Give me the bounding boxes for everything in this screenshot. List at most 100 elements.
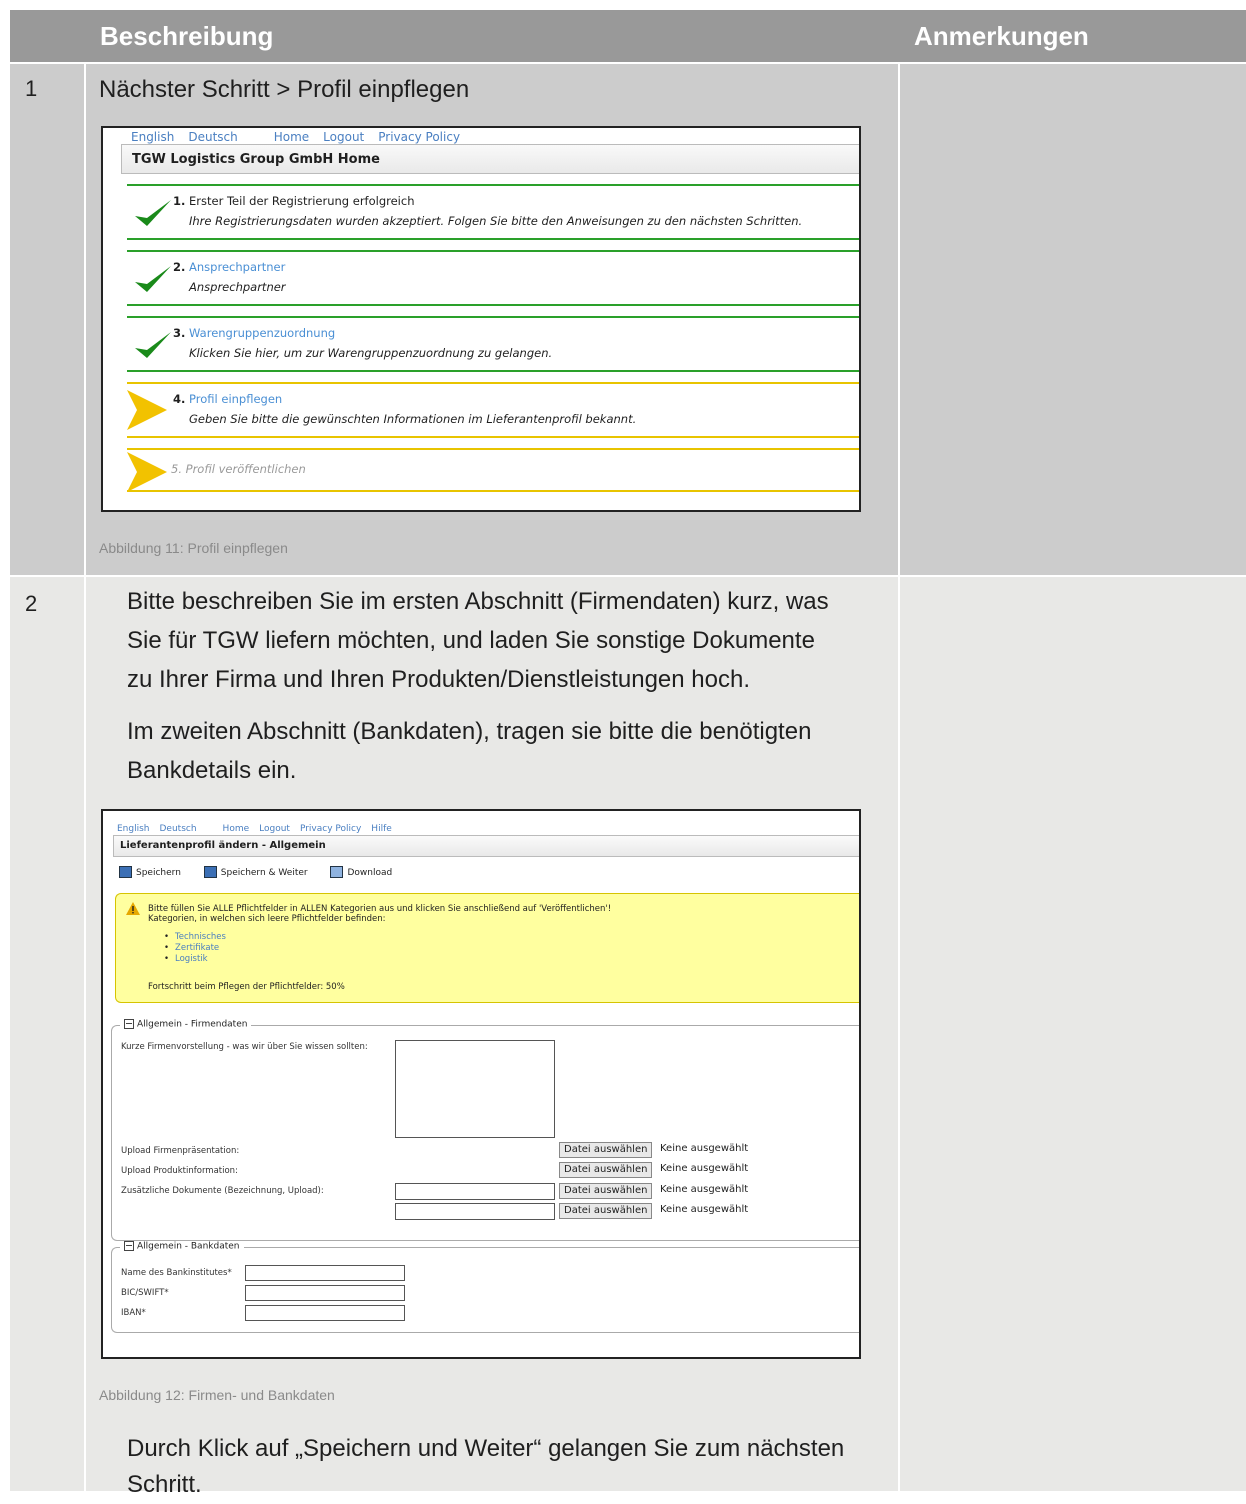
screenshot-supplier-profile: English Deutsch Home Logout Privacy Policy Hi… xyxy=(101,809,861,1359)
step-number: 3. xyxy=(173,326,186,340)
save-next-button[interactable]: Speichern & Weiter xyxy=(203,866,318,878)
intro-label: Kurze Firmenvorstellung - was wir über S… xyxy=(121,1042,368,1052)
nav-privacy[interactable]: Privacy Policy xyxy=(378,130,460,144)
figure-caption: Abbildung 12: Firmen- und Bankdaten xyxy=(99,1387,335,1403)
language-nav: English Deutsch Home Logout Privacy Policy Hi… xyxy=(117,824,402,834)
page-title: Lieferantenprofil ändern - Allgemein xyxy=(113,835,859,857)
doc-name-input[interactable] xyxy=(395,1183,555,1200)
doc-name-input[interactable] xyxy=(395,1203,555,1220)
nav-privacy[interactable]: Privacy Policy xyxy=(300,824,361,834)
check-icon xyxy=(135,332,171,358)
toolbar: Speichern Speichern & Weiter Download xyxy=(119,866,412,878)
file-status: Keine ausgewählt xyxy=(660,1163,749,1174)
step-link[interactable]: Profil einpflegen xyxy=(189,392,282,406)
step-desc: Ihre Registrierungsdaten wurden akzeptie… xyxy=(189,214,803,228)
file-status: Keine ausgewählt xyxy=(660,1184,749,1195)
paragraph-line: Bankdetails ein. xyxy=(127,757,297,784)
step-link[interactable]: Ansprechpartner xyxy=(189,260,285,274)
category-link[interactable]: Logistik xyxy=(164,954,226,965)
page-title: TGW Logistics Group GmbH Home xyxy=(121,144,859,174)
language-nav: English Deutsch Home Logout Privacy Policy xyxy=(131,130,474,144)
nav-home[interactable]: Home xyxy=(223,824,250,834)
bank-name-input[interactable] xyxy=(245,1265,405,1281)
step-2: 2. Ansprechpartner Ansprechpartner xyxy=(127,250,859,306)
legend-firmendaten: Allgemein - Firmendaten xyxy=(137,1019,248,1030)
nav-help[interactable]: Hilfe xyxy=(371,824,391,834)
fieldset-firmendaten: Allgemein - Firmendaten Kurze Firmenvors… xyxy=(111,1019,859,1241)
nav-english[interactable]: English xyxy=(131,130,174,144)
check-icon xyxy=(135,266,171,292)
iban-input[interactable] xyxy=(245,1305,405,1321)
nav-logout[interactable]: Logout xyxy=(323,130,364,144)
row-number-cell: 1 xyxy=(10,64,84,575)
step-desc: Ansprechpartner xyxy=(189,280,286,294)
intro-textarea[interactable] xyxy=(395,1040,555,1138)
step-1: 1. Erster Teil der Registrierung erfolgr… xyxy=(127,184,859,240)
missing-categories-list: Technisches Zertifikate Logistik xyxy=(164,932,226,965)
paragraph-line: Schritt. xyxy=(127,1471,202,1498)
file-select-button[interactable]: Datei auswählen xyxy=(559,1162,653,1178)
row-number-cell: 2 xyxy=(10,577,84,1491)
legend-bankdaten: Allgemein - Bankdaten xyxy=(137,1241,240,1252)
collapse-icon[interactable] xyxy=(124,1019,134,1029)
paragraph-line: Durch Klick auf „Speichern und Weiter“ g… xyxy=(127,1435,845,1462)
progress-text: Fortschritt beim Pflegen der Pflichtfeld… xyxy=(148,982,345,992)
step-link[interactable]: Warengruppenzuordnung xyxy=(189,326,335,340)
nav-deutsch[interactable]: Deutsch xyxy=(160,824,197,834)
step-title: Erster Teil der Registrierung erfolgreic… xyxy=(189,194,415,208)
header-notes: Anmerkungen xyxy=(914,21,1089,51)
description-cell: Bitte beschreiben Sie im ersten Abschnit… xyxy=(86,577,898,1498)
file-status: Keine ausgewählt xyxy=(660,1204,749,1215)
bic-label: BIC/SWIFT* xyxy=(121,1288,169,1298)
file-status: Keine ausgewählt xyxy=(660,1143,749,1154)
table-header: Beschreibung Anmerkungen xyxy=(10,10,1246,62)
download-icon xyxy=(330,866,344,878)
step-desc: Geben Sie bitte die gewünschten Informat… xyxy=(189,412,637,426)
warning-box: Bitte füllen Sie ALLE Pflichtfelder in A… xyxy=(115,893,859,1003)
save-next-label: Speichern & Weiter xyxy=(220,867,308,878)
file-select-button[interactable]: Datei auswählen xyxy=(559,1203,653,1219)
step-number: 1. xyxy=(173,194,186,208)
extra-docs-label: Zusätzliche Dokumente (Bezeichnung, Uplo… xyxy=(121,1186,324,1196)
row-number: 2 xyxy=(25,591,38,616)
step-text: Nächster Schritt > Profil einpflegen xyxy=(99,76,470,103)
row-number: 1 xyxy=(25,76,38,101)
step-3: 3. Warengruppenzuordnung Klicken Sie hie… xyxy=(127,316,859,372)
arrow-right-icon xyxy=(127,452,167,492)
step-desc: Klicken Sie hier, um zur Warengruppenzuo… xyxy=(189,346,553,360)
upload-presentation-label: Upload Firmenpräsentation: xyxy=(121,1146,240,1156)
notes-cell xyxy=(900,64,1246,575)
check-icon xyxy=(135,200,171,226)
download-label: Download xyxy=(347,867,393,878)
bank-name-label: Name des Bankinstitutes* xyxy=(121,1268,232,1278)
step-title-disabled: 5. Profil veröffentlichen xyxy=(171,462,306,476)
category-link[interactable]: Technisches xyxy=(164,932,226,943)
paragraph-line: Im zweiten Abschnitt (Bankdaten), tragen… xyxy=(127,718,812,745)
step-5: 5. Profil veröffentlichen xyxy=(127,448,859,492)
arrow-right-icon xyxy=(127,390,167,430)
screenshot-registration-steps: English Deutsch Home Logout Privacy Policy T… xyxy=(101,126,861,512)
step-number: 2. xyxy=(173,260,186,274)
bic-input[interactable] xyxy=(245,1285,405,1301)
step-number: 4. xyxy=(173,392,186,406)
category-link[interactable]: Zertifikate xyxy=(164,943,226,954)
nav-english[interactable]: English xyxy=(117,824,150,834)
warning-line2: Kategorien, in welchen sich leere Pflich… xyxy=(148,914,386,924)
save-button[interactable]: Speichern xyxy=(119,866,191,878)
warning-icon xyxy=(126,902,140,915)
warning-line1: Bitte füllen Sie ALLE Pflichtfelder in A… xyxy=(148,904,612,914)
upload-product-label: Upload Produktinformation: xyxy=(121,1166,238,1176)
table-row: 2 Bitte beschreiben Sie im ersten Abschn… xyxy=(10,577,1246,1498)
iban-label: IBAN* xyxy=(121,1308,146,1318)
download-button[interactable]: Download xyxy=(330,866,402,878)
nav-deutsch[interactable]: Deutsch xyxy=(188,130,237,144)
nav-home[interactable]: Home xyxy=(274,130,309,144)
file-select-button[interactable]: Datei auswählen xyxy=(559,1183,653,1199)
step-4: 4. Profil einpflegen Geben Sie bitte die… xyxy=(127,382,859,438)
save-icon xyxy=(119,866,132,878)
table-row: 1 Nächster Schritt > Profil einpflegen E… xyxy=(10,64,1246,575)
collapse-icon[interactable] xyxy=(124,1241,134,1251)
save-icon xyxy=(203,866,217,878)
file-select-button[interactable]: Datei auswählen xyxy=(559,1142,653,1158)
nav-logout[interactable]: Logout xyxy=(259,824,290,834)
